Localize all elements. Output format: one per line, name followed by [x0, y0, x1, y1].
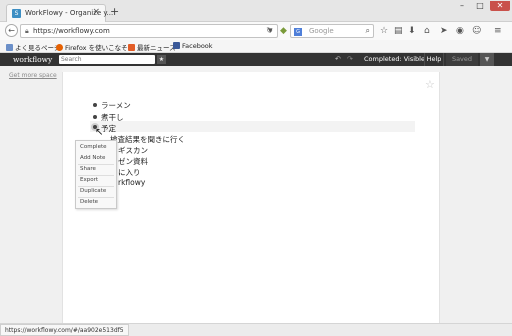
send-icon[interactable]: ➤ [440, 26, 448, 36]
bookmark-news[interactable]: 最新ニュース [128, 42, 176, 52]
left-margin: Get more space [0, 66, 62, 324]
completed-visible-toggle[interactable]: Completed: Visible [364, 55, 425, 63]
minimize-button[interactable]: – [454, 1, 470, 11]
bookmark-firefox[interactable]: Firefox を使いこなそう [56, 42, 134, 52]
tab-close-icon[interactable]: × [92, 7, 100, 17]
lock-icon: 🔒︎ [25, 27, 29, 35]
menu-item-duplicate[interactable]: Duplicate [80, 188, 106, 194]
bookmark-star-icon[interactable]: ☆ [380, 26, 388, 36]
outline-row-hover-highlight [90, 121, 415, 132]
maximize-button[interactable]: □ [472, 1, 488, 11]
back-button[interactable]: ← [5, 24, 18, 37]
dropdown-history-icon[interactable]: ▾ [268, 26, 273, 36]
home-icon[interactable]: ⌂ [424, 26, 430, 36]
outline-item[interactable]: ゼン資料 [118, 156, 148, 167]
bullet-context-menu: Complete Add Note Share Export Duplicate… [75, 140, 117, 209]
menu-divider [78, 164, 114, 165]
facebook-icon [173, 42, 180, 49]
google-engine-icon[interactable]: G [294, 28, 302, 36]
search-placeholder: Google [309, 27, 334, 35]
browser-status-bar: https://workflowy.com/#/aa902e513df5 [0, 323, 512, 336]
starred-icon[interactable]: ★ [157, 55, 166, 64]
bookmark-label: Firefox を使いこなそう [65, 44, 135, 52]
pocket-icon[interactable]: ◉ [456, 26, 464, 36]
menu-item-share[interactable]: Share [80, 166, 96, 172]
menu-divider [78, 175, 114, 176]
bookmark-label: よく見るページ [15, 44, 61, 52]
downloads-icon[interactable]: ⬇ [408, 26, 416, 36]
menu-divider [78, 197, 114, 198]
bookmark-facebook[interactable]: Facebook [173, 42, 213, 50]
outline-item[interactable]: rkflowy [118, 178, 145, 187]
right-margin [440, 66, 512, 324]
rss-icon [128, 44, 135, 51]
window-close-button[interactable]: ✕ [490, 1, 510, 11]
sync-icon[interactable]: ☺ [472, 26, 481, 36]
settings-menu-caret-icon[interactable]: ▼ [480, 53, 494, 66]
bullet-icon[interactable] [93, 103, 97, 107]
addon-icon[interactable]: ◆ [280, 26, 287, 36]
menu-item-export[interactable]: Export [80, 177, 98, 183]
bullet-icon[interactable] [93, 115, 97, 119]
reading-list-icon[interactable]: ▤ [394, 26, 403, 36]
bookmark-label: 最新ニュース [137, 44, 176, 52]
menu-item-delete[interactable]: Delete [80, 199, 98, 205]
get-more-space-link[interactable]: Get more space [9, 72, 57, 79]
workflowy-search-input[interactable] [59, 55, 155, 64]
workflowy-favicon-icon: S [12, 9, 21, 18]
star-page-icon[interactable]: ☆ [425, 78, 435, 91]
menu-item-add-note[interactable]: Add Note [80, 155, 105, 161]
redo-icon[interactable]: ↷ [347, 55, 353, 63]
outline-item[interactable]: 煮干し [101, 112, 124, 123]
help-button[interactable]: Help [424, 53, 444, 66]
outline-item[interactable]: に入り [118, 167, 141, 178]
mouse-cursor-icon: ↖ [95, 127, 104, 138]
bookmark-label: Facebook [182, 42, 213, 50]
search-magnifier-icon[interactable]: ⌕ [366, 26, 370, 36]
menu-item-complete[interactable]: Complete [80, 144, 107, 150]
menu-divider [78, 186, 114, 187]
search-bar[interactable]: G Google ⌕ [290, 24, 374, 38]
undo-icon[interactable]: ↶ [335, 55, 341, 63]
outline-item[interactable]: ラーメン [101, 100, 131, 111]
bookmark-folder-icon [6, 44, 13, 51]
new-tab-button[interactable]: + [110, 5, 119, 18]
outline-item[interactable]: ギスカン [118, 145, 148, 156]
status-link-url: https://workflowy.com/#/aa902e513df5 [0, 324, 129, 336]
firefox-icon [56, 44, 63, 51]
saved-status: Saved [446, 53, 478, 66]
workflowy-header: workflowy ★ ↶ ↷ Completed: Visible Help … [0, 53, 512, 66]
browser-tab[interactable]: S WorkFlowy - Organize y... × [6, 4, 113, 22]
navigation-toolbar: ← 🔒︎ https://workflowy.com ↻ ▾ ◆ G Googl… [0, 22, 512, 40]
workflowy-logo[interactable]: workflowy [13, 55, 52, 64]
hamburger-menu-icon[interactable]: ≡ [494, 26, 502, 36]
url-bar[interactable]: 🔒︎ https://workflowy.com ↻ [20, 24, 278, 38]
browser-tab-strip: S WorkFlowy - Organize y... × + – □ ✕ [0, 0, 512, 22]
outline-item[interactable]: 検査結果を聞きに行く [110, 134, 185, 145]
bookmarks-toolbar: よく見るページ Firefox を使いこなそう 最新ニュース Facebook [0, 40, 512, 53]
url-text: https://workflowy.com [33, 27, 110, 35]
bookmark-most-visited[interactable]: よく見るページ [6, 42, 60, 52]
